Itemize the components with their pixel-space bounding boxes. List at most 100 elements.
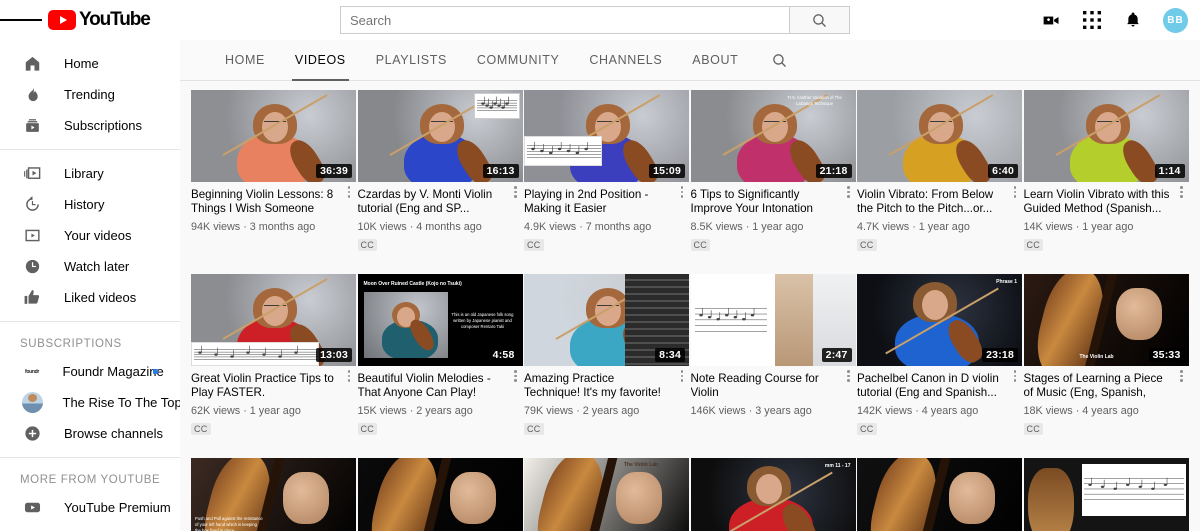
sidebar-item-browse-channels[interactable]: Browse channels	[0, 418, 180, 449]
sidebar-section-heading: MORE FROM YOUTUBE	[20, 474, 161, 486]
video-card[interactable]: Push and Pull against the resistance of …	[191, 458, 356, 531]
search-input[interactable]	[340, 6, 790, 34]
video-title[interactable]: 6 Tips to Significantly Improve Your Int…	[691, 188, 840, 216]
history-clock-icon	[20, 193, 44, 217]
video-options-menu-icon[interactable]	[344, 186, 354, 198]
video-options-menu-icon[interactable]	[1010, 370, 1020, 382]
video-card[interactable]: 15:09 Playing in 2nd Position - Making it…	[524, 90, 689, 253]
video-card[interactable]: 31:25	[1023, 458, 1189, 531]
video-options-menu-icon[interactable]	[1177, 370, 1187, 382]
video-duration-badge: 15:09	[649, 164, 685, 178]
apps-grid-icon[interactable]	[1081, 9, 1103, 31]
sidebar-item-the-rise-to-the-top[interactable]: The Rise To The Top	[0, 387, 180, 418]
sidebar-item-watch-later[interactable]: Watch later	[0, 251, 180, 282]
sidebar-item-label: Foundr Magazine	[62, 364, 164, 379]
tab-community[interactable]: COMMUNITY	[462, 40, 574, 81]
search-button[interactable]	[790, 6, 850, 34]
video-thumbnail[interactable]: mm 11 - 1734:09	[690, 458, 856, 531]
videos-grid-container[interactable]: 36:39 Beginning Violin Lessons: 8 Things …	[180, 81, 1200, 531]
video-card[interactable]: mm 11 - 1734:09	[690, 458, 856, 531]
video-card[interactable]: 2:47 Note Reading Course for Violin 146K v…	[690, 274, 856, 437]
hamburger-menu-icon[interactable]	[0, 17, 42, 23]
video-card[interactable]: Moon Over Ruined Castle (Kojo no Tsuki) T…	[357, 274, 523, 437]
video-title[interactable]: Beautiful Violin Melodies - That Anyone …	[358, 372, 507, 400]
video-stats: 4.9K views · 7 months ago	[524, 221, 652, 233]
thumbnail-staff	[1081, 464, 1186, 516]
video-thumbnail[interactable]: 6:40	[857, 90, 1022, 182]
video-card[interactable]: The Violin Lab12:34	[524, 458, 689, 531]
tab-playlists[interactable]: PLAYLISTS	[361, 40, 462, 81]
video-thumbnail[interactable]: The Violin Lab12:34	[524, 458, 689, 531]
video-thumbnail[interactable]: 36:39	[191, 90, 356, 182]
tab-home[interactable]: HOME	[210, 40, 280, 81]
video-thumbnail[interactable]: 20:38	[857, 458, 1022, 531]
sidebar-item-subscriptions[interactable]: Subscriptions	[0, 110, 180, 141]
video-thumbnail[interactable]: Push and Pull against the resistance of …	[191, 458, 356, 531]
video-card[interactable]: The Violin Lab 35:33 Stages of Learning a …	[1023, 274, 1189, 437]
video-title[interactable]: Stages of Learning a Piece of Music (Eng…	[1024, 372, 1173, 400]
tab-channels[interactable]: CHANNELS	[574, 40, 677, 81]
video-thumbnail[interactable]: 8:34	[524, 274, 689, 366]
video-title[interactable]: Amazing Practice Technique! It's my favo…	[524, 372, 673, 400]
video-options-menu-icon[interactable]	[677, 186, 687, 198]
video-options-menu-icon[interactable]	[1177, 186, 1187, 198]
video-title[interactable]: Pachelbel Canon in D violin tutorial (En…	[857, 372, 1006, 400]
subscriptions-icon	[20, 114, 44, 138]
video-thumbnail[interactable]: 2:47	[690, 274, 856, 366]
video-card[interactable]: 16:13 Czardas by V. Monti Violin tutorial…	[357, 90, 523, 253]
sidebar-item-trending[interactable]: Trending	[0, 79, 180, 110]
video-thumbnail[interactable]: 1:14	[1023, 90, 1189, 182]
video-thumbnail[interactable]: Tr-5: Another Variation of The LaDanga T…	[690, 90, 856, 182]
youtube-logo[interactable]: YouTube	[48, 9, 151, 31]
thumbnail-face	[262, 296, 288, 326]
video-card[interactable]: 36:39 Beginning Violin Lessons: 8 Things …	[191, 90, 356, 253]
sidebar-item-liked-videos[interactable]: Liked videos	[0, 282, 180, 313]
sidebar-item-foundr-magazine[interactable]: foundr Foundr Magazine	[0, 356, 180, 387]
video-thumbnail[interactable]: 13:03	[191, 274, 356, 366]
video-meta: Czardas by V. Monti Violin tutorial (Eng…	[357, 182, 523, 253]
video-title[interactable]: Playing in 2nd Position - Making it Easi…	[524, 188, 673, 216]
video-thumbnail[interactable]: 31:25	[1023, 458, 1189, 531]
video-card[interactable]: 8:34 Amazing Practice Technique! It's my …	[524, 274, 689, 437]
video-options-menu-icon[interactable]	[344, 370, 354, 382]
video-title[interactable]: Great Violin Practice Tips to Play FASTE…	[191, 372, 340, 400]
video-card[interactable]: Tr-5: Another Variation of The LaDanga T…	[690, 90, 856, 253]
notifications-bell-icon[interactable]	[1122, 9, 1144, 31]
video-card[interactable]: Phrase 1 23:18 Pachelbel Canon in D violin…	[857, 274, 1022, 437]
sidebar-section-more-from-youtube: MORE FROM YOUTUBE YouTube Premium	[0, 457, 180, 531]
channel-search-icon[interactable]	[771, 40, 788, 81]
video-card[interactable]: 6:40 Violin Vibrato: From Below the Pitch…	[857, 90, 1022, 253]
video-thumbnail[interactable]: 15:09	[524, 90, 689, 182]
video-title[interactable]: Violin Vibrato: From Below the Pitch to …	[857, 188, 1006, 216]
sidebar-item-youtube-premium[interactable]: YouTube Premium	[0, 492, 180, 523]
account-avatar[interactable]: BB	[1163, 7, 1188, 33]
video-options-menu-icon[interactable]	[844, 370, 854, 382]
create-video-icon[interactable]	[1040, 9, 1062, 31]
video-thumbnail[interactable]: 1421:01	[357, 458, 523, 531]
video-title[interactable]: Learn Violin Vibrato with this Guided Me…	[1024, 188, 1173, 216]
sidebar-item-library[interactable]: Library	[0, 158, 180, 189]
video-options-menu-icon[interactable]	[1010, 186, 1020, 198]
tab-about[interactable]: ABOUT	[677, 40, 753, 81]
video-title[interactable]: Beginning Violin Lessons: 8 Things I Wis…	[191, 188, 340, 216]
video-duration-badge: 23:18	[982, 348, 1018, 362]
video-thumbnail[interactable]: 16:13	[357, 90, 523, 182]
video-options-menu-icon[interactable]	[844, 186, 854, 198]
video-title[interactable]: Note Reading Course for Violin	[691, 372, 840, 400]
video-card[interactable]: 13:03 Great Violin Practice Tips to Play …	[191, 274, 356, 437]
video-thumbnail[interactable]: Phrase 1 23:18	[857, 274, 1022, 366]
video-options-menu-icon[interactable]	[677, 370, 687, 382]
thumbnail-hand	[774, 274, 815, 366]
video-options-menu-icon[interactable]	[511, 370, 521, 382]
video-title[interactable]: Czardas by V. Monti Violin tutorial (Eng…	[358, 188, 507, 216]
video-card[interactable]: 20:38	[857, 458, 1022, 531]
sidebar-item-home[interactable]: Home	[0, 48, 180, 79]
tab-videos[interactable]: VIDEOS	[280, 40, 361, 81]
video-options-menu-icon[interactable]	[511, 186, 521, 198]
video-card[interactable]: 1:14 Learn Violin Vibrato with this Guide…	[1023, 90, 1189, 253]
sidebar-item-history[interactable]: History	[0, 189, 180, 220]
sidebar-item-your-videos[interactable]: Your videos	[0, 220, 180, 251]
video-thumbnail[interactable]: Moon Over Ruined Castle (Kojo no Tsuki) T…	[357, 274, 523, 366]
video-thumbnail[interactable]: The Violin Lab 35:33	[1023, 274, 1189, 366]
video-card[interactable]: 1421:01	[357, 458, 523, 531]
